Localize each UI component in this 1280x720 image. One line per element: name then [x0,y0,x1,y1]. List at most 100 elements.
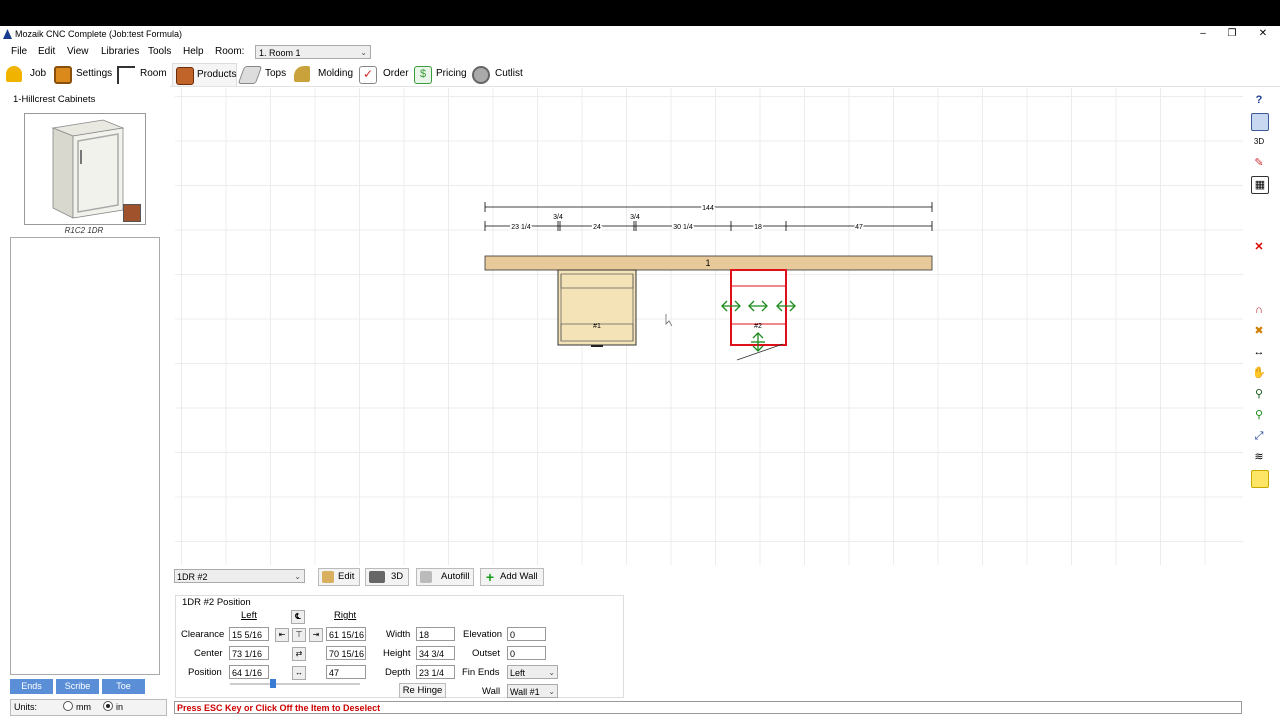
room-label: Room: [215,46,245,57]
app-logo-icon [3,29,12,39]
clearance-right-input[interactable]: 61 15/16 [326,627,366,641]
app-window: Mozaik CNC Complete (Job:test Formula) –… [0,26,1280,720]
align-top-icon[interactable]: ⊤ [292,628,306,642]
tab-molding[interactable]: Molding [294,63,353,85]
dim-5: 30 1/4 [673,224,693,231]
tab-pricing[interactable]: $ Pricing [414,63,467,85]
height-input[interactable]: 34 3/4 [416,646,455,660]
3d-button[interactable]: 3D [365,568,409,586]
cabinet-2-label: #2 [754,323,762,330]
library-pane: 1-Hillcrest Cabinets R1C2 1DR Ends Scrib… [0,86,170,716]
centerline-icon[interactable]: ℄ [291,610,305,624]
center-right-input[interactable]: 70 15/16 [326,646,366,660]
pan-hand-icon[interactable]: ✋ [1251,365,1267,381]
hardhat-icon [6,66,22,82]
tab-order[interactable]: ✓ Order [359,63,409,85]
add-wall-button[interactable]: + Add Wall [480,568,544,586]
mouse-cursor-icon [665,314,673,327]
tab-cutlist[interactable]: Cutlist [472,63,523,85]
tab-room[interactable]: Room [117,63,169,85]
grid-icon[interactable]: ▦ [1251,176,1269,194]
zoom-in-icon[interactable]: ⚲ [1251,407,1267,423]
align-right-icon[interactable]: ⇥ [309,628,323,642]
minimize-icon[interactable]: – [1196,27,1210,41]
width-input[interactable]: 18 [416,627,455,641]
position-right-input[interactable]: 47 [326,665,366,679]
position-slider[interactable] [230,679,360,688]
fin-ends-select[interactable]: Left ⌄ [507,665,558,679]
product-thumbnail[interactable] [24,113,146,225]
wall-number: 1 [705,258,710,268]
units-label: Units: [14,702,38,712]
expand-width-icon[interactable]: ↔ [292,666,306,680]
radio-selected-icon [103,701,113,711]
align-left-icon[interactable]: ⇤ [275,628,289,642]
material-swatch-icon[interactable] [123,204,141,222]
fin-ends-label: Fin Ends [462,667,500,678]
room-icon [117,66,135,84]
cabinet-1[interactable]: #1 [557,269,637,347]
menu-view[interactable]: View [67,46,89,57]
chevron-down-icon: ⌄ [548,668,555,677]
unit-mm-radio[interactable]: mm [63,700,91,715]
delete-icon[interactable]: ✕ [1251,239,1267,255]
measure-icon[interactable]: ↔ [1251,344,1267,360]
swap-icon[interactable]: ⇄ [292,647,306,661]
tools-icon[interactable]: ✖ [1251,323,1267,339]
close-icon[interactable]: ✕ [1256,27,1270,41]
save-icon[interactable] [1251,113,1269,131]
zoom-icon[interactable]: ⚲ [1251,386,1267,402]
dim-total: 144 [702,205,714,212]
elevation-input[interactable]: 0 [507,627,546,641]
autofill-button[interactable]: Autofill [416,568,474,586]
ends-button[interactable]: Ends [10,679,53,694]
floor-plan-canvas[interactable]: 144 23 1/4 3/4 24 3/4 30 1/4 18 47 1 #1 [175,88,1243,565]
menu-tools[interactable]: Tools [148,46,171,57]
tab-job[interactable]: Job [6,63,50,85]
menu-help[interactable]: Help [183,46,204,57]
zoom-extents-icon[interactable]: ⤢ [1251,428,1267,444]
wall-value: Wall #1 [510,687,540,697]
main-toolbar: Job Settings Room Products Tops Molding … [0,62,1280,87]
clearance-label: Clearance [181,629,225,640]
clearance-left-input[interactable]: 15 5/16 [229,627,269,641]
door-swing-line [736,343,784,361]
menu-edit[interactable]: Edit [38,46,55,57]
position-panel-title: 1DR #2 Position [182,597,251,608]
toe-button[interactable]: Toe [102,679,145,694]
tops-icon [237,66,263,84]
pencil-icon[interactable]: ✎ [1251,155,1267,171]
products-icon [176,67,194,85]
unit-in-radio[interactable]: in [103,700,123,715]
tab-settings[interactable]: Settings [54,63,112,85]
outset-input[interactable]: 0 [507,646,546,660]
width-label: Width [386,629,411,640]
position-left-input[interactable]: 64 1/16 [229,665,269,679]
library-title: 1-Hillcrest Cabinets [13,94,96,105]
center-left-input[interactable]: 73 1/16 [229,646,269,660]
wall-select[interactable]: Wall #1 ⌄ [507,684,558,698]
room-select[interactable]: 1. Room 1 ⌄ [255,45,371,59]
fin-ends-value: Left [510,668,526,678]
magnet-icon[interactable]: ∩ [1251,302,1267,318]
restore-icon[interactable]: ❐ [1225,27,1239,41]
tab-tops[interactable]: Tops [237,63,289,85]
product-select[interactable]: 1DR #2 ⌄ [174,569,305,583]
dim-6: 18 [754,224,762,231]
slider-knob[interactable] [270,679,276,688]
tab-products[interactable]: Products [172,63,237,86]
3d-view-icon[interactable]: 3D [1251,134,1267,150]
rehinge-button[interactable]: Re Hinge [399,683,446,698]
menu-libraries[interactable]: Libraries [101,46,139,57]
note-icon[interactable] [1251,470,1269,488]
elevation-label: Elevation [463,629,503,640]
layers-icon[interactable]: ≋ [1251,449,1267,465]
product-list[interactable] [10,237,160,675]
edit-button[interactable]: Edit [318,568,360,586]
scribe-button[interactable]: Scribe [56,679,99,694]
help-icon[interactable]: ? [1251,92,1267,108]
center-label: Center [194,648,223,659]
3d-box-icon [369,571,385,583]
menu-file[interactable]: File [11,46,27,57]
depth-input[interactable]: 23 1/4 [416,665,455,679]
